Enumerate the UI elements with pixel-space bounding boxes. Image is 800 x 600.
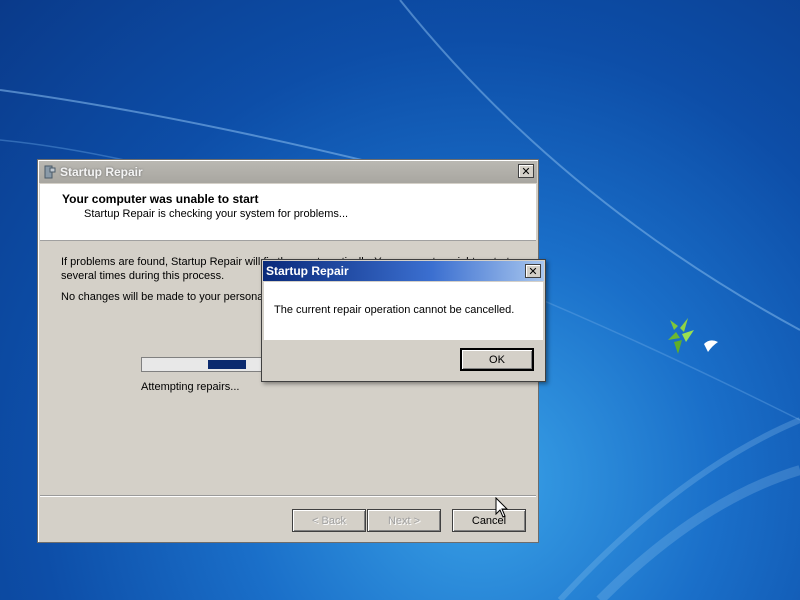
repair-tool-icon (44, 165, 56, 179)
back-button[interactable]: < Back (292, 509, 366, 532)
dialog-title: Startup Repair (266, 264, 349, 278)
footer-divider (40, 495, 536, 497)
window-titlebar[interactable]: Startup Repair ✕ (39, 161, 537, 183)
mouse-pointer-icon (495, 497, 509, 518)
dialog-titlebar[interactable]: Startup Repair ✕ (263, 261, 544, 281)
close-icon[interactable]: ✕ (525, 264, 541, 278)
dialog-message: The current repair operation cannot be c… (274, 304, 515, 316)
header-panel: Your computer was unable to start Startu… (40, 184, 536, 241)
page-subtitle: Startup Repair is checking your system f… (84, 208, 349, 220)
info-text-no-changes: No changes will be made to your personal… (61, 291, 292, 303)
cancel-button[interactable]: Cancel (452, 509, 526, 532)
status-text: Attempting repairs... (141, 381, 240, 393)
next-button[interactable]: Next > (367, 509, 441, 532)
page-title: Your computer was unable to start (62, 192, 259, 206)
cannot-cancel-dialog: Startup Repair ✕ The current repair oper… (261, 259, 546, 382)
ok-button[interactable]: OK (460, 348, 534, 371)
close-icon[interactable]: ✕ (518, 164, 534, 178)
progress-marquee-block (208, 360, 246, 369)
window-title: Startup Repair (60, 165, 143, 179)
bird-logo-icon (668, 318, 718, 354)
dialog-body: The current repair operation cannot be c… (264, 282, 543, 340)
